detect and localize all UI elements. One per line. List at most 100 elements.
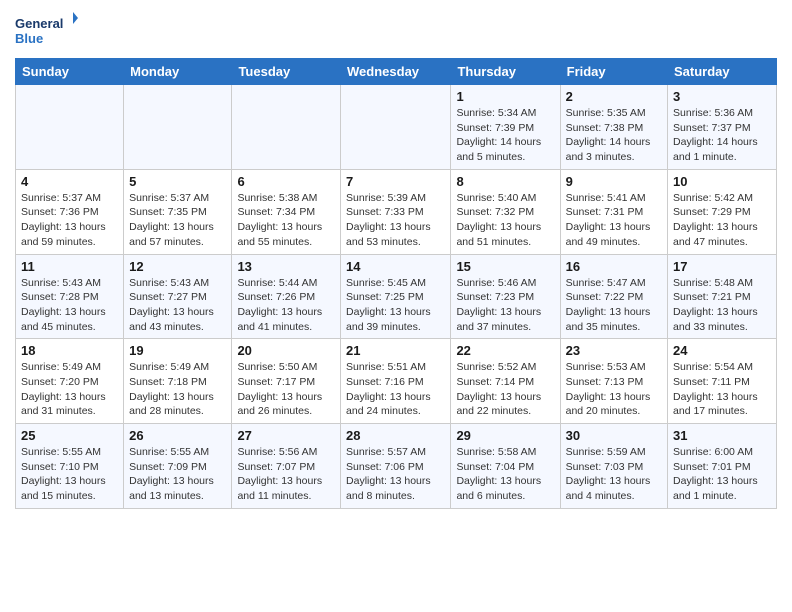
day-content: Sunrise: 5:50 AMSunset: 7:17 PMDaylight:… [237, 360, 335, 419]
day-cell: 7 Sunrise: 5:39 AMSunset: 7:33 PMDaylight… [341, 169, 451, 254]
weekday-header-row: SundayMondayTuesdayWednesdayThursdayFrid… [16, 59, 777, 85]
day-number: 15 [456, 259, 554, 274]
day-number: 29 [456, 428, 554, 443]
week-row-4: 18 Sunrise: 5:49 AMSunset: 7:20 PMDayligh… [16, 339, 777, 424]
day-number: 17 [673, 259, 771, 274]
svg-text:General: General [15, 16, 63, 31]
weekday-header-saturday: Saturday [668, 59, 777, 85]
weekday-header-friday: Friday [560, 59, 667, 85]
day-cell: 3 Sunrise: 5:36 AMSunset: 7:37 PMDaylight… [668, 85, 777, 170]
day-content: Sunrise: 5:38 AMSunset: 7:34 PMDaylight:… [237, 191, 335, 250]
day-cell [124, 85, 232, 170]
day-cell: 2 Sunrise: 5:35 AMSunset: 7:38 PMDaylight… [560, 85, 667, 170]
day-content: Sunrise: 5:43 AMSunset: 7:28 PMDaylight:… [21, 276, 118, 335]
week-row-5: 25 Sunrise: 5:55 AMSunset: 7:10 PMDayligh… [16, 424, 777, 509]
day-content: Sunrise: 6:00 AMSunset: 7:01 PMDaylight:… [673, 445, 771, 504]
day-content: Sunrise: 5:45 AMSunset: 7:25 PMDaylight:… [346, 276, 445, 335]
day-cell: 6 Sunrise: 5:38 AMSunset: 7:34 PMDaylight… [232, 169, 341, 254]
day-number: 10 [673, 174, 771, 189]
day-number: 3 [673, 89, 771, 104]
day-number: 6 [237, 174, 335, 189]
day-cell: 26 Sunrise: 5:55 AMSunset: 7:09 PMDayligh… [124, 424, 232, 509]
day-cell: 29 Sunrise: 5:58 AMSunset: 7:04 PMDayligh… [451, 424, 560, 509]
day-content: Sunrise: 5:55 AMSunset: 7:10 PMDaylight:… [21, 445, 118, 504]
day-number: 28 [346, 428, 445, 443]
weekday-header-tuesday: Tuesday [232, 59, 341, 85]
day-cell: 28 Sunrise: 5:57 AMSunset: 7:06 PMDayligh… [341, 424, 451, 509]
week-row-2: 4 Sunrise: 5:37 AMSunset: 7:36 PMDaylight… [16, 169, 777, 254]
day-cell: 13 Sunrise: 5:44 AMSunset: 7:26 PMDayligh… [232, 254, 341, 339]
day-number: 27 [237, 428, 335, 443]
weekday-header-sunday: Sunday [16, 59, 124, 85]
day-content: Sunrise: 5:36 AMSunset: 7:37 PMDaylight:… [673, 106, 771, 165]
day-cell: 19Sunrise: 5:49 AMSunset: 7:18 PMDayligh… [124, 339, 232, 424]
day-number: 2 [566, 89, 662, 104]
day-content: Sunrise: 5:59 AMSunset: 7:03 PMDaylight:… [566, 445, 662, 504]
day-number: 20 [237, 343, 335, 358]
day-content: Sunrise: 5:43 AMSunset: 7:27 PMDaylight:… [129, 276, 226, 335]
day-content: Sunrise: 5:55 AMSunset: 7:09 PMDaylight:… [129, 445, 226, 504]
header: General Blue [15, 10, 777, 50]
day-cell: 12 Sunrise: 5:43 AMSunset: 7:27 PMDayligh… [124, 254, 232, 339]
day-number: 12 [129, 259, 226, 274]
day-content: Sunrise: 5:39 AMSunset: 7:33 PMDaylight:… [346, 191, 445, 250]
day-cell: 21 Sunrise: 5:51 AMSunset: 7:16 PMDayligh… [341, 339, 451, 424]
day-number: 13 [237, 259, 335, 274]
day-number: 16 [566, 259, 662, 274]
day-number: 31 [673, 428, 771, 443]
day-number: 7 [346, 174, 445, 189]
day-number: 4 [21, 174, 118, 189]
day-cell: 27Sunrise: 5:56 AMSunset: 7:07 PMDayligh… [232, 424, 341, 509]
day-number: 18 [21, 343, 118, 358]
day-cell: 4 Sunrise: 5:37 AMSunset: 7:36 PMDaylight… [16, 169, 124, 254]
day-content: Sunrise: 5:41 AMSunset: 7:31 PMDaylight:… [566, 191, 662, 250]
logo: General Blue [15, 10, 85, 50]
day-content: Sunrise: 5:37 AMSunset: 7:36 PMDaylight:… [21, 191, 118, 250]
day-content: Sunrise: 5:57 AMSunset: 7:06 PMDaylight:… [346, 445, 445, 504]
day-cell [16, 85, 124, 170]
day-number: 22 [456, 343, 554, 358]
day-number: 19 [129, 343, 226, 358]
day-cell: 24Sunrise: 5:54 AMSunset: 7:11 PMDayligh… [668, 339, 777, 424]
day-number: 8 [456, 174, 554, 189]
day-content: Sunrise: 5:58 AMSunset: 7:04 PMDaylight:… [456, 445, 554, 504]
day-cell: 22 Sunrise: 5:52 AMSunset: 7:14 PMDayligh… [451, 339, 560, 424]
day-content: Sunrise: 5:40 AMSunset: 7:32 PMDaylight:… [456, 191, 554, 250]
day-cell: 23Sunrise: 5:53 AMSunset: 7:13 PMDayligh… [560, 339, 667, 424]
day-cell [232, 85, 341, 170]
day-cell: 30Sunrise: 5:59 AMSunset: 7:03 PMDayligh… [560, 424, 667, 509]
day-content: Sunrise: 5:44 AMSunset: 7:26 PMDaylight:… [237, 276, 335, 335]
day-cell: 11Sunrise: 5:43 AMSunset: 7:28 PMDayligh… [16, 254, 124, 339]
day-cell: 31 Sunrise: 6:00 AMSunset: 7:01 PMDayligh… [668, 424, 777, 509]
day-cell: 10Sunrise: 5:42 AMSunset: 7:29 PMDayligh… [668, 169, 777, 254]
day-content: Sunrise: 5:34 AMSunset: 7:39 PMDaylight:… [456, 106, 554, 165]
day-content: Sunrise: 5:35 AMSunset: 7:38 PMDaylight:… [566, 106, 662, 165]
day-content: Sunrise: 5:51 AMSunset: 7:16 PMDaylight:… [346, 360, 445, 419]
day-number: 14 [346, 259, 445, 274]
day-content: Sunrise: 5:37 AMSunset: 7:35 PMDaylight:… [129, 191, 226, 250]
weekday-header-wednesday: Wednesday [341, 59, 451, 85]
day-content: Sunrise: 5:48 AMSunset: 7:21 PMDaylight:… [673, 276, 771, 335]
day-cell: 20 Sunrise: 5:50 AMSunset: 7:17 PMDayligh… [232, 339, 341, 424]
day-number: 25 [21, 428, 118, 443]
week-row-1: 1 Sunrise: 5:34 AMSunset: 7:39 PMDaylight… [16, 85, 777, 170]
day-number: 26 [129, 428, 226, 443]
day-content: Sunrise: 5:46 AMSunset: 7:23 PMDaylight:… [456, 276, 554, 335]
day-number: 1 [456, 89, 554, 104]
day-cell: 18 Sunrise: 5:49 AMSunset: 7:20 PMDayligh… [16, 339, 124, 424]
logo-svg: General Blue [15, 10, 85, 50]
day-cell: 14 Sunrise: 5:45 AMSunset: 7:25 PMDayligh… [341, 254, 451, 339]
day-content: Sunrise: 5:52 AMSunset: 7:14 PMDaylight:… [456, 360, 554, 419]
weekday-header-thursday: Thursday [451, 59, 560, 85]
day-cell: 25 Sunrise: 5:55 AMSunset: 7:10 PMDayligh… [16, 424, 124, 509]
weekday-header-monday: Monday [124, 59, 232, 85]
day-cell: 1 Sunrise: 5:34 AMSunset: 7:39 PMDaylight… [451, 85, 560, 170]
day-content: Sunrise: 5:49 AMSunset: 7:20 PMDaylight:… [21, 360, 118, 419]
week-row-3: 11Sunrise: 5:43 AMSunset: 7:28 PMDayligh… [16, 254, 777, 339]
day-number: 21 [346, 343, 445, 358]
day-cell: 16Sunrise: 5:47 AMSunset: 7:22 PMDayligh… [560, 254, 667, 339]
day-cell: 9Sunrise: 5:41 AMSunset: 7:31 PMDaylight… [560, 169, 667, 254]
day-cell: 5Sunrise: 5:37 AMSunset: 7:35 PMDaylight… [124, 169, 232, 254]
day-content: Sunrise: 5:53 AMSunset: 7:13 PMDaylight:… [566, 360, 662, 419]
day-cell: 15 Sunrise: 5:46 AMSunset: 7:23 PMDayligh… [451, 254, 560, 339]
